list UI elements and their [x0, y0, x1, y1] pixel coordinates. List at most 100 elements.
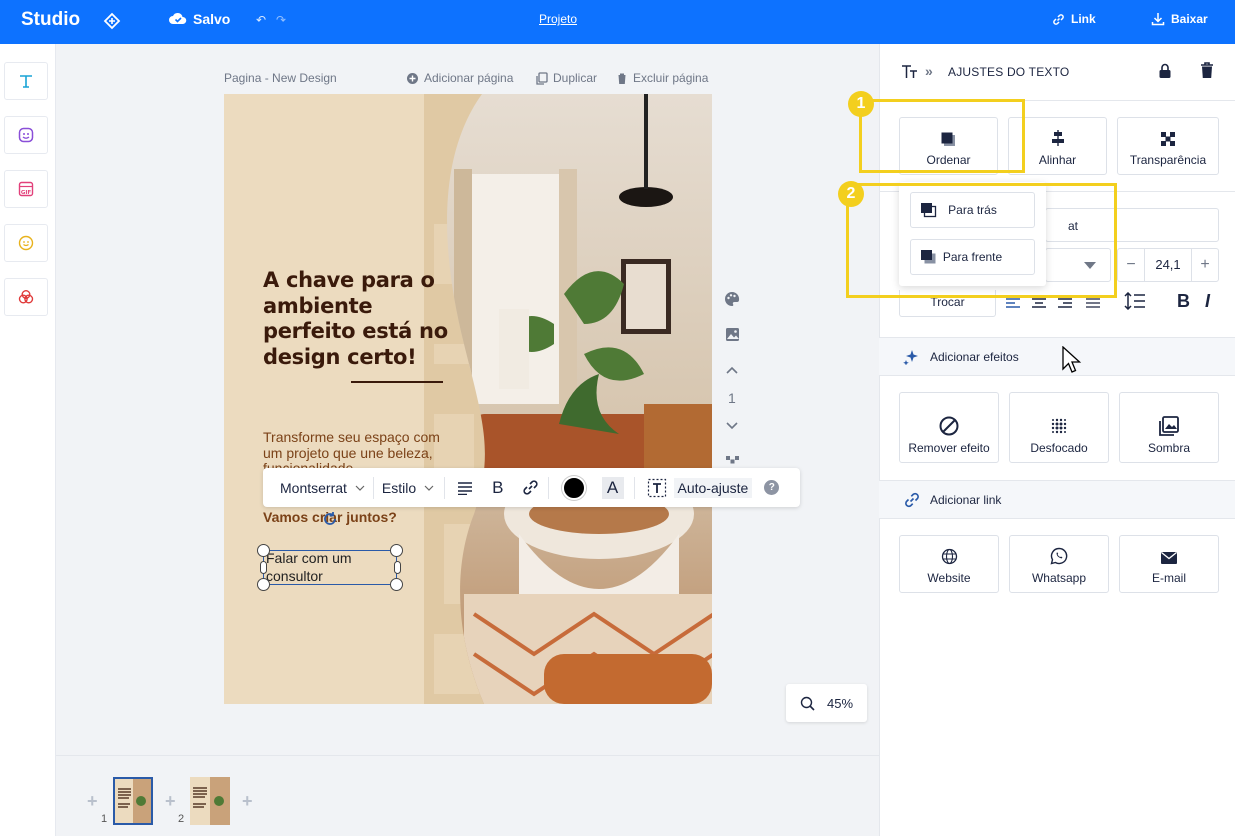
text-icon	[20, 75, 32, 88]
color-circles-icon	[18, 290, 34, 304]
resize-handle[interactable]	[390, 578, 403, 591]
text-color-swatch[interactable]	[561, 475, 586, 500]
bold-button[interactable]: B	[492, 478, 503, 498]
divider	[633, 476, 635, 499]
link-button[interactable]: Link	[1052, 12, 1096, 26]
mouse-cursor-icon	[1062, 346, 1082, 373]
design-canvas[interactable]	[224, 94, 712, 704]
gif-tool-button[interactable]: GIF	[4, 170, 48, 208]
chevron-down-icon[interactable]	[725, 421, 739, 431]
saved-status: Salvo	[169, 11, 230, 27]
bold-toggle[interactable]: B	[1177, 291, 1190, 312]
line-height-icon[interactable]	[1124, 292, 1146, 310]
whatsapp-link-button[interactable]: Whatsapp	[1009, 535, 1109, 593]
selected-text[interactable]: Falar com um consultor	[266, 549, 396, 585]
font-select[interactable]: Montserrat	[263, 480, 373, 496]
add-page-plus-icon[interactable]: +	[87, 791, 98, 812]
delete-page-button[interactable]: Excluir página	[616, 71, 708, 85]
zoom-level: 45%	[826, 695, 854, 711]
divider	[444, 476, 446, 499]
app-logo[interactable]: Studio	[21, 9, 80, 31]
transparency-icon[interactable]	[725, 455, 740, 468]
text-size-icon	[902, 65, 917, 78]
redo-icon[interactable]: ↷	[276, 13, 286, 27]
remove-effect-button[interactable]: Remover efeito	[899, 392, 999, 463]
svg-text:GIF: GIF	[21, 190, 32, 196]
image-icon[interactable]	[725, 327, 740, 342]
page-thumb-number: 1	[101, 813, 108, 825]
style-select[interactable]: Estilo	[374, 480, 444, 496]
resize-handle[interactable]	[390, 544, 403, 557]
align-center-icon	[1051, 130, 1064, 146]
checker-icon	[1161, 132, 1175, 146]
headline-underline	[351, 381, 443, 383]
elements-tool-button[interactable]	[4, 116, 48, 154]
cloud-check-icon	[169, 12, 187, 24]
copy-icon	[536, 71, 548, 85]
brand-mark-icon	[103, 12, 121, 30]
link-header-label: Adicionar link	[930, 492, 1002, 507]
link-icon	[1053, 13, 1064, 25]
email-link-button[interactable]: E-mail	[1119, 535, 1219, 593]
add-page-plus-icon[interactable]: +	[165, 791, 176, 812]
resize-handle[interactable]	[260, 561, 267, 574]
text-highlight-button[interactable]: A	[601, 476, 624, 499]
sticker-icon	[18, 127, 34, 143]
resize-handle[interactable]	[257, 578, 270, 591]
download-icon	[1151, 13, 1165, 26]
add-page-button[interactable]: Adicionar página	[406, 71, 513, 85]
resize-handle[interactable]	[257, 544, 270, 557]
interior-photo	[447, 94, 712, 704]
link-header[interactable]: Adicionar link	[879, 480, 1235, 519]
duplicate-label: Duplicar	[553, 71, 598, 85]
download-button[interactable]: Baixar	[1151, 12, 1208, 26]
help-icon[interactable]: ?	[764, 480, 780, 495]
decrease-size-button[interactable]: −	[1118, 256, 1144, 274]
emoji-icon	[18, 235, 34, 251]
trash-icon[interactable]	[1200, 62, 1214, 79]
lock-icon[interactable]	[1158, 63, 1172, 79]
align-label: Alinhar	[1038, 153, 1077, 167]
left-toolbar: GIF	[0, 44, 56, 836]
resize-handle[interactable]	[394, 561, 401, 574]
shadow-effect-button[interactable]: Sombra	[1119, 392, 1219, 463]
chevron-down-icon	[424, 485, 434, 491]
blur-icon	[1051, 418, 1067, 434]
align-left-icon[interactable]	[457, 481, 473, 495]
effects-header-label: Adicionar efeitos	[930, 349, 1019, 364]
website-link-button[interactable]: Website	[899, 535, 999, 593]
palette-icon[interactable]	[724, 291, 740, 307]
blur-effect-button[interactable]: Desfocado	[1009, 392, 1109, 463]
emoji-tool-button[interactable]	[4, 224, 48, 262]
design-subtitle[interactable]: Transforme seu espaço com um projeto que…	[263, 430, 463, 470]
page-thumbnail[interactable]	[190, 777, 230, 825]
italic-toggle[interactable]: I	[1205, 291, 1210, 312]
color-tool-button[interactable]	[4, 278, 48, 316]
effects-header[interactable]: Adicionar efeitos	[879, 337, 1235, 376]
website-label: Website	[927, 571, 971, 585]
link-icon[interactable]	[522, 479, 539, 496]
page-thumb-number: 2	[178, 813, 185, 825]
top-bar: Studio Salvo ↶ ↷ Projeto Link Baixar	[0, 0, 1235, 44]
highlight-box-2	[846, 183, 1117, 298]
rotate-handle-icon[interactable]	[322, 511, 338, 527]
page-thumbnail[interactable]	[113, 777, 153, 825]
undo-icon[interactable]: ↶	[256, 13, 266, 27]
page-name: Pagina - New Design	[224, 71, 337, 85]
increase-size-button[interactable]: +	[1192, 256, 1218, 274]
add-page-plus-icon[interactable]: +	[242, 791, 253, 812]
duplicate-button[interactable]: Duplicar	[536, 71, 597, 85]
add-page-label: Adicionar página	[424, 71, 514, 85]
plus-circle-icon	[407, 72, 418, 84]
design-headline[interactable]: A chave para o ambiente perfeito está no…	[263, 268, 463, 370]
project-link[interactable]: Projeto	[539, 12, 577, 26]
zoom-control[interactable]: 45%	[786, 684, 867, 722]
link-icon	[905, 492, 919, 507]
chevron-up-icon[interactable]	[725, 365, 739, 375]
transparency-button[interactable]: Transparência	[1117, 117, 1219, 175]
autofit-button[interactable]: Auto-ajuste	[647, 477, 753, 498]
zoom-icon	[800, 696, 815, 711]
text-tool-button[interactable]	[4, 62, 48, 100]
font-size-value[interactable]: 24,1	[1144, 249, 1192, 281]
font-size-stepper[interactable]: − 24,1 +	[1117, 248, 1219, 282]
